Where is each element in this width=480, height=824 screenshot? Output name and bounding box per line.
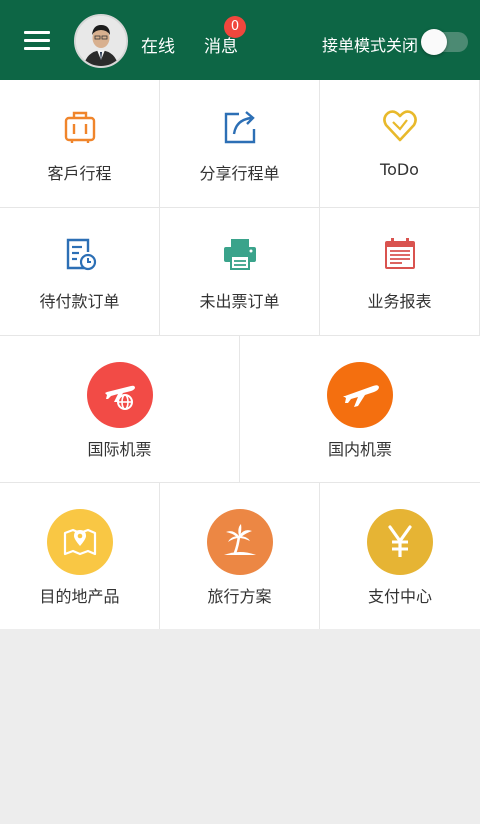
message-count-badge: 0 — [224, 16, 246, 38]
yen-icon — [367, 509, 433, 575]
order-mode-toggle[interactable] — [421, 29, 468, 55]
function-grid: 客戶行程 分享行程单 ToDo 待付款订单 未出票订单 业务报表 国际机票 国内… — [0, 80, 480, 629]
pending-order-icon — [66, 238, 96, 271]
grid-item-payment-center[interactable]: 支付中心 — [320, 483, 480, 629]
share-icon — [224, 111, 255, 144]
grid-item-share-itinerary[interactable]: 分享行程单 — [160, 80, 320, 208]
menu-icon[interactable] — [24, 31, 50, 51]
grid-item-label: 国内机票 — [327, 440, 392, 459]
grid-item-pending-payment[interactable]: 待付款订单 — [0, 208, 160, 336]
international-flight-icon — [86, 362, 153, 428]
toggle-knob — [421, 29, 447, 55]
grid-item-label: 目的地产品 — [39, 587, 120, 606]
grid-item-customer-trips[interactable]: 客戶行程 — [0, 80, 160, 208]
calendar-report-icon — [384, 238, 415, 269]
grid-item-travel-plans[interactable]: 旅行方案 — [160, 483, 320, 629]
map-pin-icon — [46, 509, 113, 575]
grid-item-unticketed-orders[interactable]: 未出票订单 — [160, 208, 320, 336]
grid-item-international-flights[interactable]: 国际机票 — [0, 336, 240, 483]
order-mode-label: 接单模式关闭 — [322, 36, 419, 55]
top-bar: 在线 消息 0 接单模式关闭 — [0, 0, 480, 80]
luggage-icon — [64, 111, 95, 143]
grid-item-label: 客戶行程 — [47, 164, 112, 183]
grid-item-label: 未出票订单 — [199, 292, 280, 311]
grid-item-destination-products[interactable]: 目的地产品 — [0, 483, 160, 629]
grid-item-label: 待付款订单 — [39, 292, 120, 311]
grid-item-label: 业务报表 — [367, 292, 432, 311]
grid-item-label: 旅行方案 — [207, 587, 272, 606]
heart-icon — [382, 110, 417, 142]
domestic-flight-icon — [327, 362, 393, 428]
grid-item-label: ToDo — [380, 160, 419, 179]
printer-icon — [223, 239, 256, 270]
avatar[interactable] — [74, 14, 128, 68]
online-status: 在线 — [141, 37, 175, 57]
grid-item-label: 分享行程单 — [199, 164, 280, 183]
grid-item-business-reports[interactable]: 业务报表 — [320, 208, 480, 336]
grid-item-label: 支付中心 — [367, 587, 432, 606]
grid-item-label: 国际机票 — [87, 440, 152, 459]
grid-item-todo[interactable]: ToDo — [320, 80, 480, 208]
palm-tree-icon — [206, 509, 273, 575]
grid-item-domestic-flights[interactable]: 国内机票 — [240, 336, 480, 483]
